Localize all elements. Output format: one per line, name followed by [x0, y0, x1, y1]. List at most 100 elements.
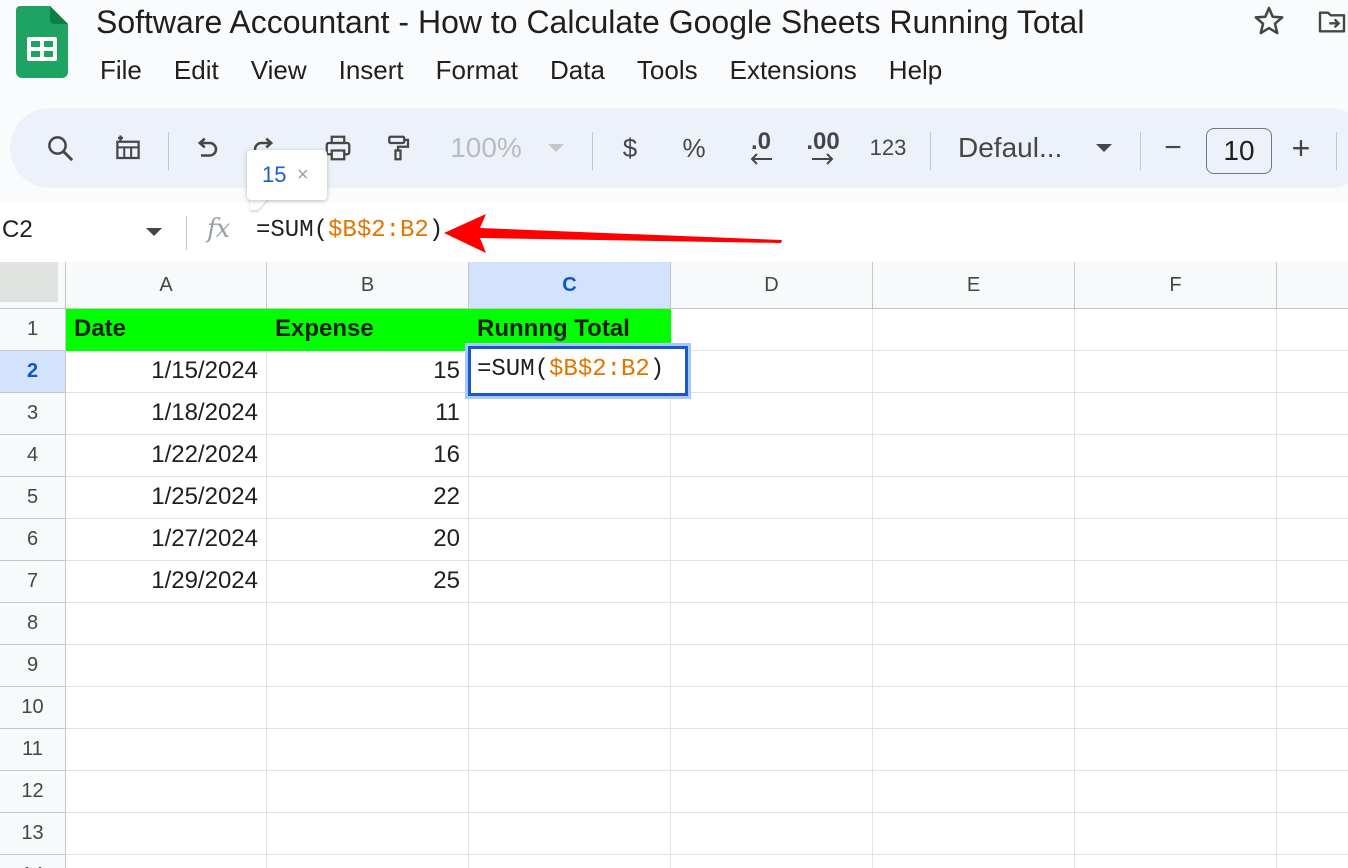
cell-f4[interactable] [1075, 435, 1277, 477]
menu-data[interactable]: Data [534, 52, 621, 88]
row-header-11[interactable]: 11 [0, 729, 66, 771]
cell-e1[interactable] [873, 309, 1075, 351]
cell-d4[interactable] [671, 435, 873, 477]
cell-g6[interactable] [1277, 519, 1348, 561]
cell-b12[interactable] [267, 771, 469, 813]
column-header-c[interactable]: C [469, 262, 671, 309]
cell-e9[interactable] [873, 645, 1075, 687]
cell-a12[interactable] [66, 771, 267, 813]
cell-f1[interactable] [1075, 309, 1277, 351]
cell-g12[interactable] [1277, 771, 1348, 813]
cell-d10[interactable] [671, 687, 873, 729]
format-percent-button[interactable]: % [676, 128, 712, 168]
header-cell[interactable]: Date [66, 309, 267, 351]
active-cell-editor[interactable]: =SUM($B$2:B2) [468, 346, 688, 396]
row-header-4[interactable]: 4 [0, 435, 66, 477]
cell-f12[interactable] [1075, 771, 1277, 813]
date-cell[interactable]: 1/15/2024 [66, 351, 267, 393]
row-header-9[interactable]: 9 [0, 645, 66, 687]
cell-d14[interactable] [671, 855, 873, 868]
cell-g9[interactable] [1277, 645, 1348, 687]
cell-g11[interactable] [1277, 729, 1348, 771]
cell-f3[interactable] [1075, 393, 1277, 435]
move-folder-icon[interactable] [1316, 6, 1348, 38]
row-header-5[interactable]: 5 [0, 477, 66, 519]
cell-e8[interactable] [873, 603, 1075, 645]
cell-d7[interactable] [671, 561, 873, 603]
column-header-f[interactable]: F [1075, 262, 1277, 309]
star-icon[interactable] [1252, 4, 1286, 38]
cell-c8[interactable] [469, 603, 671, 645]
column-header-g[interactable] [1277, 262, 1348, 309]
cell-b13[interactable] [267, 813, 469, 855]
cell-g4[interactable] [1277, 435, 1348, 477]
cell-f14[interactable] [1075, 855, 1277, 868]
font-size-input[interactable]: 10 [1206, 128, 1272, 174]
date-cell[interactable]: 1/29/2024 [66, 561, 267, 603]
cell-e7[interactable] [873, 561, 1075, 603]
paint-format-button[interactable] [378, 128, 418, 168]
cell-f9[interactable] [1075, 645, 1277, 687]
cell-d13[interactable] [671, 813, 873, 855]
cell-c10[interactable] [469, 687, 671, 729]
cell-e4[interactable] [873, 435, 1075, 477]
column-header-b[interactable]: B [267, 262, 469, 309]
cell-e10[interactable] [873, 687, 1075, 729]
increase-font-size-button[interactable]: + [1286, 128, 1316, 168]
increase-decimal-button[interactable]: .00 [800, 128, 846, 168]
column-header-e[interactable]: E [873, 262, 1075, 309]
cell-d3[interactable] [671, 393, 873, 435]
cell-e6[interactable] [873, 519, 1075, 561]
cell-a13[interactable] [66, 813, 267, 855]
name-box-dropdown-icon[interactable] [146, 228, 162, 236]
cell-g10[interactable] [1277, 687, 1348, 729]
font-dropdown-arrow[interactable] [1092, 128, 1116, 168]
cell-f10[interactable] [1075, 687, 1277, 729]
cell-d1[interactable] [671, 309, 873, 351]
cell-c6[interactable] [469, 519, 671, 561]
header-cell[interactable]: Runnng Total [469, 309, 671, 351]
cell-c13[interactable] [469, 813, 671, 855]
expense-cell[interactable]: 20 [267, 519, 469, 561]
cell-g14[interactable] [1277, 855, 1348, 868]
decrease-decimal-button[interactable]: .0 [738, 128, 784, 168]
convert-to-table-button[interactable] [108, 128, 148, 168]
menu-view[interactable]: View [235, 52, 323, 88]
date-cell[interactable]: 1/25/2024 [66, 477, 267, 519]
document-title[interactable]: Software Accountant - How to Calculate G… [96, 2, 1084, 42]
cell-c7[interactable] [469, 561, 671, 603]
cell-d6[interactable] [671, 519, 873, 561]
cell-b10[interactable] [267, 687, 469, 729]
row-header-6[interactable]: 6 [0, 519, 66, 561]
cell-d2[interactable] [671, 351, 873, 393]
cell-f2[interactable] [1075, 351, 1277, 393]
cell-e14[interactable] [873, 855, 1075, 868]
decrease-font-size-button[interactable]: − [1158, 128, 1188, 168]
close-icon[interactable]: × [297, 164, 309, 187]
date-cell[interactable]: 1/18/2024 [66, 393, 267, 435]
search-menus-button[interactable] [40, 128, 80, 168]
cell-e3[interactable] [873, 393, 1075, 435]
cell-c3[interactable] [469, 393, 671, 435]
cell-g5[interactable] [1277, 477, 1348, 519]
select-all-corner[interactable] [0, 262, 66, 309]
name-box[interactable]: C2 [2, 216, 33, 244]
expense-cell[interactable]: 11 [267, 393, 469, 435]
cell-c14[interactable] [469, 855, 671, 868]
row-header-14[interactable]: 14 [0, 855, 66, 868]
cell-f5[interactable] [1075, 477, 1277, 519]
date-cell[interactable]: 1/22/2024 [66, 435, 267, 477]
cell-e11[interactable] [873, 729, 1075, 771]
cell-a14[interactable] [66, 855, 267, 868]
cell-e13[interactable] [873, 813, 1075, 855]
cell-f11[interactable] [1075, 729, 1277, 771]
cell-e12[interactable] [873, 771, 1075, 813]
cell-g2[interactable] [1277, 351, 1348, 393]
cell-a8[interactable] [66, 603, 267, 645]
cell-g13[interactable] [1277, 813, 1348, 855]
cell-c9[interactable] [469, 645, 671, 687]
cell-d11[interactable] [671, 729, 873, 771]
row-header-10[interactable]: 10 [0, 687, 66, 729]
cell-f13[interactable] [1075, 813, 1277, 855]
date-cell[interactable]: 1/27/2024 [66, 519, 267, 561]
